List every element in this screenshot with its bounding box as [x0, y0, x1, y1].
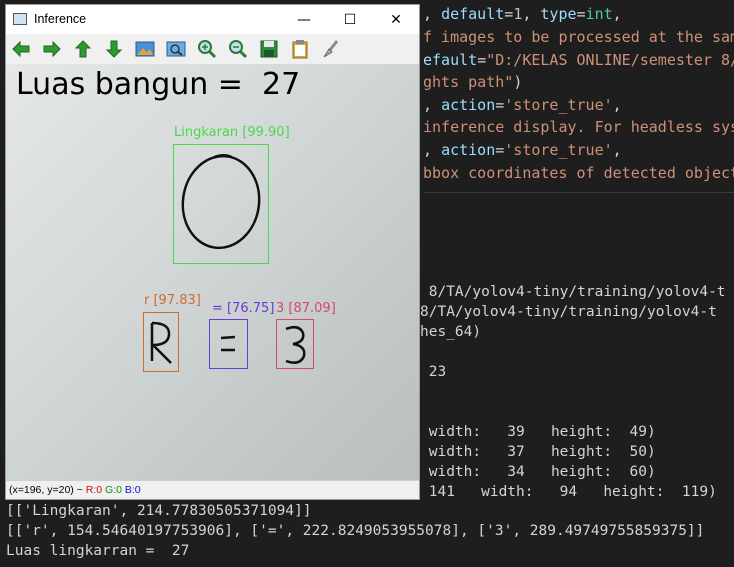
code-token: f images to be processed at the sam	[423, 28, 734, 46]
status-bar: (x=196, y=20) ~ R:0 G:0 B:0	[6, 480, 419, 499]
properties-button[interactable]	[320, 38, 342, 60]
code-token: )	[513, 73, 523, 91]
zoom-in-icon	[198, 40, 217, 59]
app-icon	[13, 13, 27, 25]
save-button[interactable]	[258, 38, 280, 60]
zoom-window-button[interactable]	[165, 38, 187, 60]
code-token: ,	[423, 141, 442, 159]
code-line: inference display. For headless sys	[423, 118, 734, 136]
zoom-in-button[interactable]	[196, 38, 218, 60]
code-line: bbox coordinates of detected object	[423, 164, 734, 182]
code-token: bbox coordinates of detected object	[423, 164, 734, 182]
code-line: ghts path")	[423, 73, 522, 91]
bbox-r	[143, 312, 179, 372]
area-result-text: Luas bangun = 27	[16, 67, 301, 102]
pan-up-button[interactable]	[72, 38, 94, 60]
handwritten-r	[149, 321, 172, 364]
arrow-down-icon	[105, 40, 123, 58]
maximize-button[interactable]: ☐	[327, 5, 373, 34]
code-token: int	[585, 5, 613, 23]
terminal-line: Luas lingkarran = 27	[6, 543, 190, 559]
code-token: efault	[423, 51, 478, 69]
minimize-button[interactable]: —	[281, 5, 327, 34]
image-icon	[135, 41, 155, 57]
handwritten-three	[285, 325, 306, 364]
code-token: ,	[612, 96, 622, 114]
code-token: =	[495, 96, 505, 114]
pan-left-button[interactable]	[10, 38, 32, 60]
handwritten-equals	[220, 335, 236, 352]
code-line: , default=1, type=int,	[423, 5, 622, 23]
zoom-fit-button[interactable]	[134, 38, 156, 60]
code-token: 'store_true'	[504, 96, 613, 114]
copy-button[interactable]	[289, 38, 311, 60]
arrow-up-icon	[74, 40, 92, 58]
code-token: type	[540, 5, 577, 23]
detection-label-r: r [97.83]	[144, 293, 201, 308]
code-token: 'store_true'	[504, 141, 613, 159]
arrow-right-icon	[43, 40, 61, 58]
cursor-coordinates: (x=196, y=20) ~	[9, 484, 86, 496]
arrow-left-icon	[12, 40, 30, 58]
red-value: R:0	[85, 484, 103, 496]
code-line: f images to be processed at the sam	[423, 28, 734, 46]
code-token: ,	[522, 5, 541, 23]
bbox-equals	[209, 319, 248, 369]
terminal-line: [['Lingkaran', 214.77830505371094]]	[6, 503, 312, 519]
code-token: action	[441, 141, 496, 159]
properties-brush-icon	[323, 40, 339, 58]
terminal-line: [['r', 154.54640197753906], ['=', 222.82…	[6, 523, 705, 539]
green-value: G:0	[105, 484, 122, 496]
close-icon: ✕	[390, 11, 402, 28]
clipboard-icon	[292, 40, 308, 59]
code-token: =	[504, 5, 514, 23]
inference-window[interactable]: Inference — ☐ ✕ Luas bangun = 27 Lingkar…	[5, 4, 420, 500]
code-token: =	[495, 141, 505, 159]
terminal-line: 141 width: 94 height: 119)	[420, 484, 717, 500]
code-token: ghts path"	[423, 73, 514, 91]
image-toolbar	[6, 34, 419, 64]
save-icon	[260, 40, 278, 58]
code-token: default	[441, 5, 505, 23]
terminal-line: 23	[420, 364, 447, 380]
terminal-line: 8/TA/yolov4-tiny/training/yolov4-t	[420, 304, 717, 320]
pan-down-button[interactable]	[103, 38, 125, 60]
code-token: "D:/KELAS ONLINE/semester 8/	[486, 51, 734, 69]
zoom-window-icon	[166, 41, 186, 57]
close-button[interactable]: ✕	[373, 5, 419, 34]
zoom-out-button[interactable]	[227, 38, 249, 60]
image-canvas[interactable]: Luas bangun = 27 Lingkaran [99.90] r [97…	[6, 64, 419, 480]
maximize-icon: ☐	[343, 11, 357, 28]
terminal-line: width: 39 height: 49)	[420, 424, 656, 440]
code-token: ,	[612, 5, 622, 23]
panel-divider	[423, 192, 734, 193]
window-titlebar[interactable]: Inference — ☐ ✕	[6, 5, 419, 34]
pan-right-button[interactable]	[41, 38, 63, 60]
code-token: ,	[612, 141, 622, 159]
zoom-out-icon	[229, 40, 248, 59]
code-token: action	[441, 96, 496, 114]
code-token: 1	[513, 5, 523, 23]
bbox-three	[276, 319, 314, 369]
bbox-lingkaran	[173, 144, 269, 264]
code-line: efault="D:/KELAS ONLINE/semester 8/	[423, 51, 734, 69]
terminal-line: hes_64)	[420, 324, 482, 340]
code-token: ,	[423, 5, 442, 23]
terminal-line: width: 34 height: 60)	[420, 464, 656, 480]
terminal-line: width: 37 height: 50)	[420, 444, 656, 460]
code-token: ,	[423, 96, 442, 114]
terminal-line: 8/TA/yolov4-tiny/training/yolov4-t	[420, 284, 726, 300]
code-token: =	[576, 5, 586, 23]
window-title: Inference	[34, 12, 87, 26]
detection-label-three: 3 [87.09]	[276, 301, 336, 316]
code-token: inference display. For headless sys	[423, 118, 734, 136]
code-line: , action='store_true',	[423, 96, 622, 114]
detection-label-lingkaran: Lingkaran [99.90]	[174, 125, 290, 140]
detection-label-equals: = [76.75]	[212, 301, 275, 316]
code-token: =	[477, 51, 487, 69]
blue-value: B:0	[124, 484, 141, 496]
code-line: , action='store_true',	[423, 141, 622, 159]
minimize-icon: —	[297, 11, 311, 28]
handwritten-circle	[181, 154, 261, 250]
